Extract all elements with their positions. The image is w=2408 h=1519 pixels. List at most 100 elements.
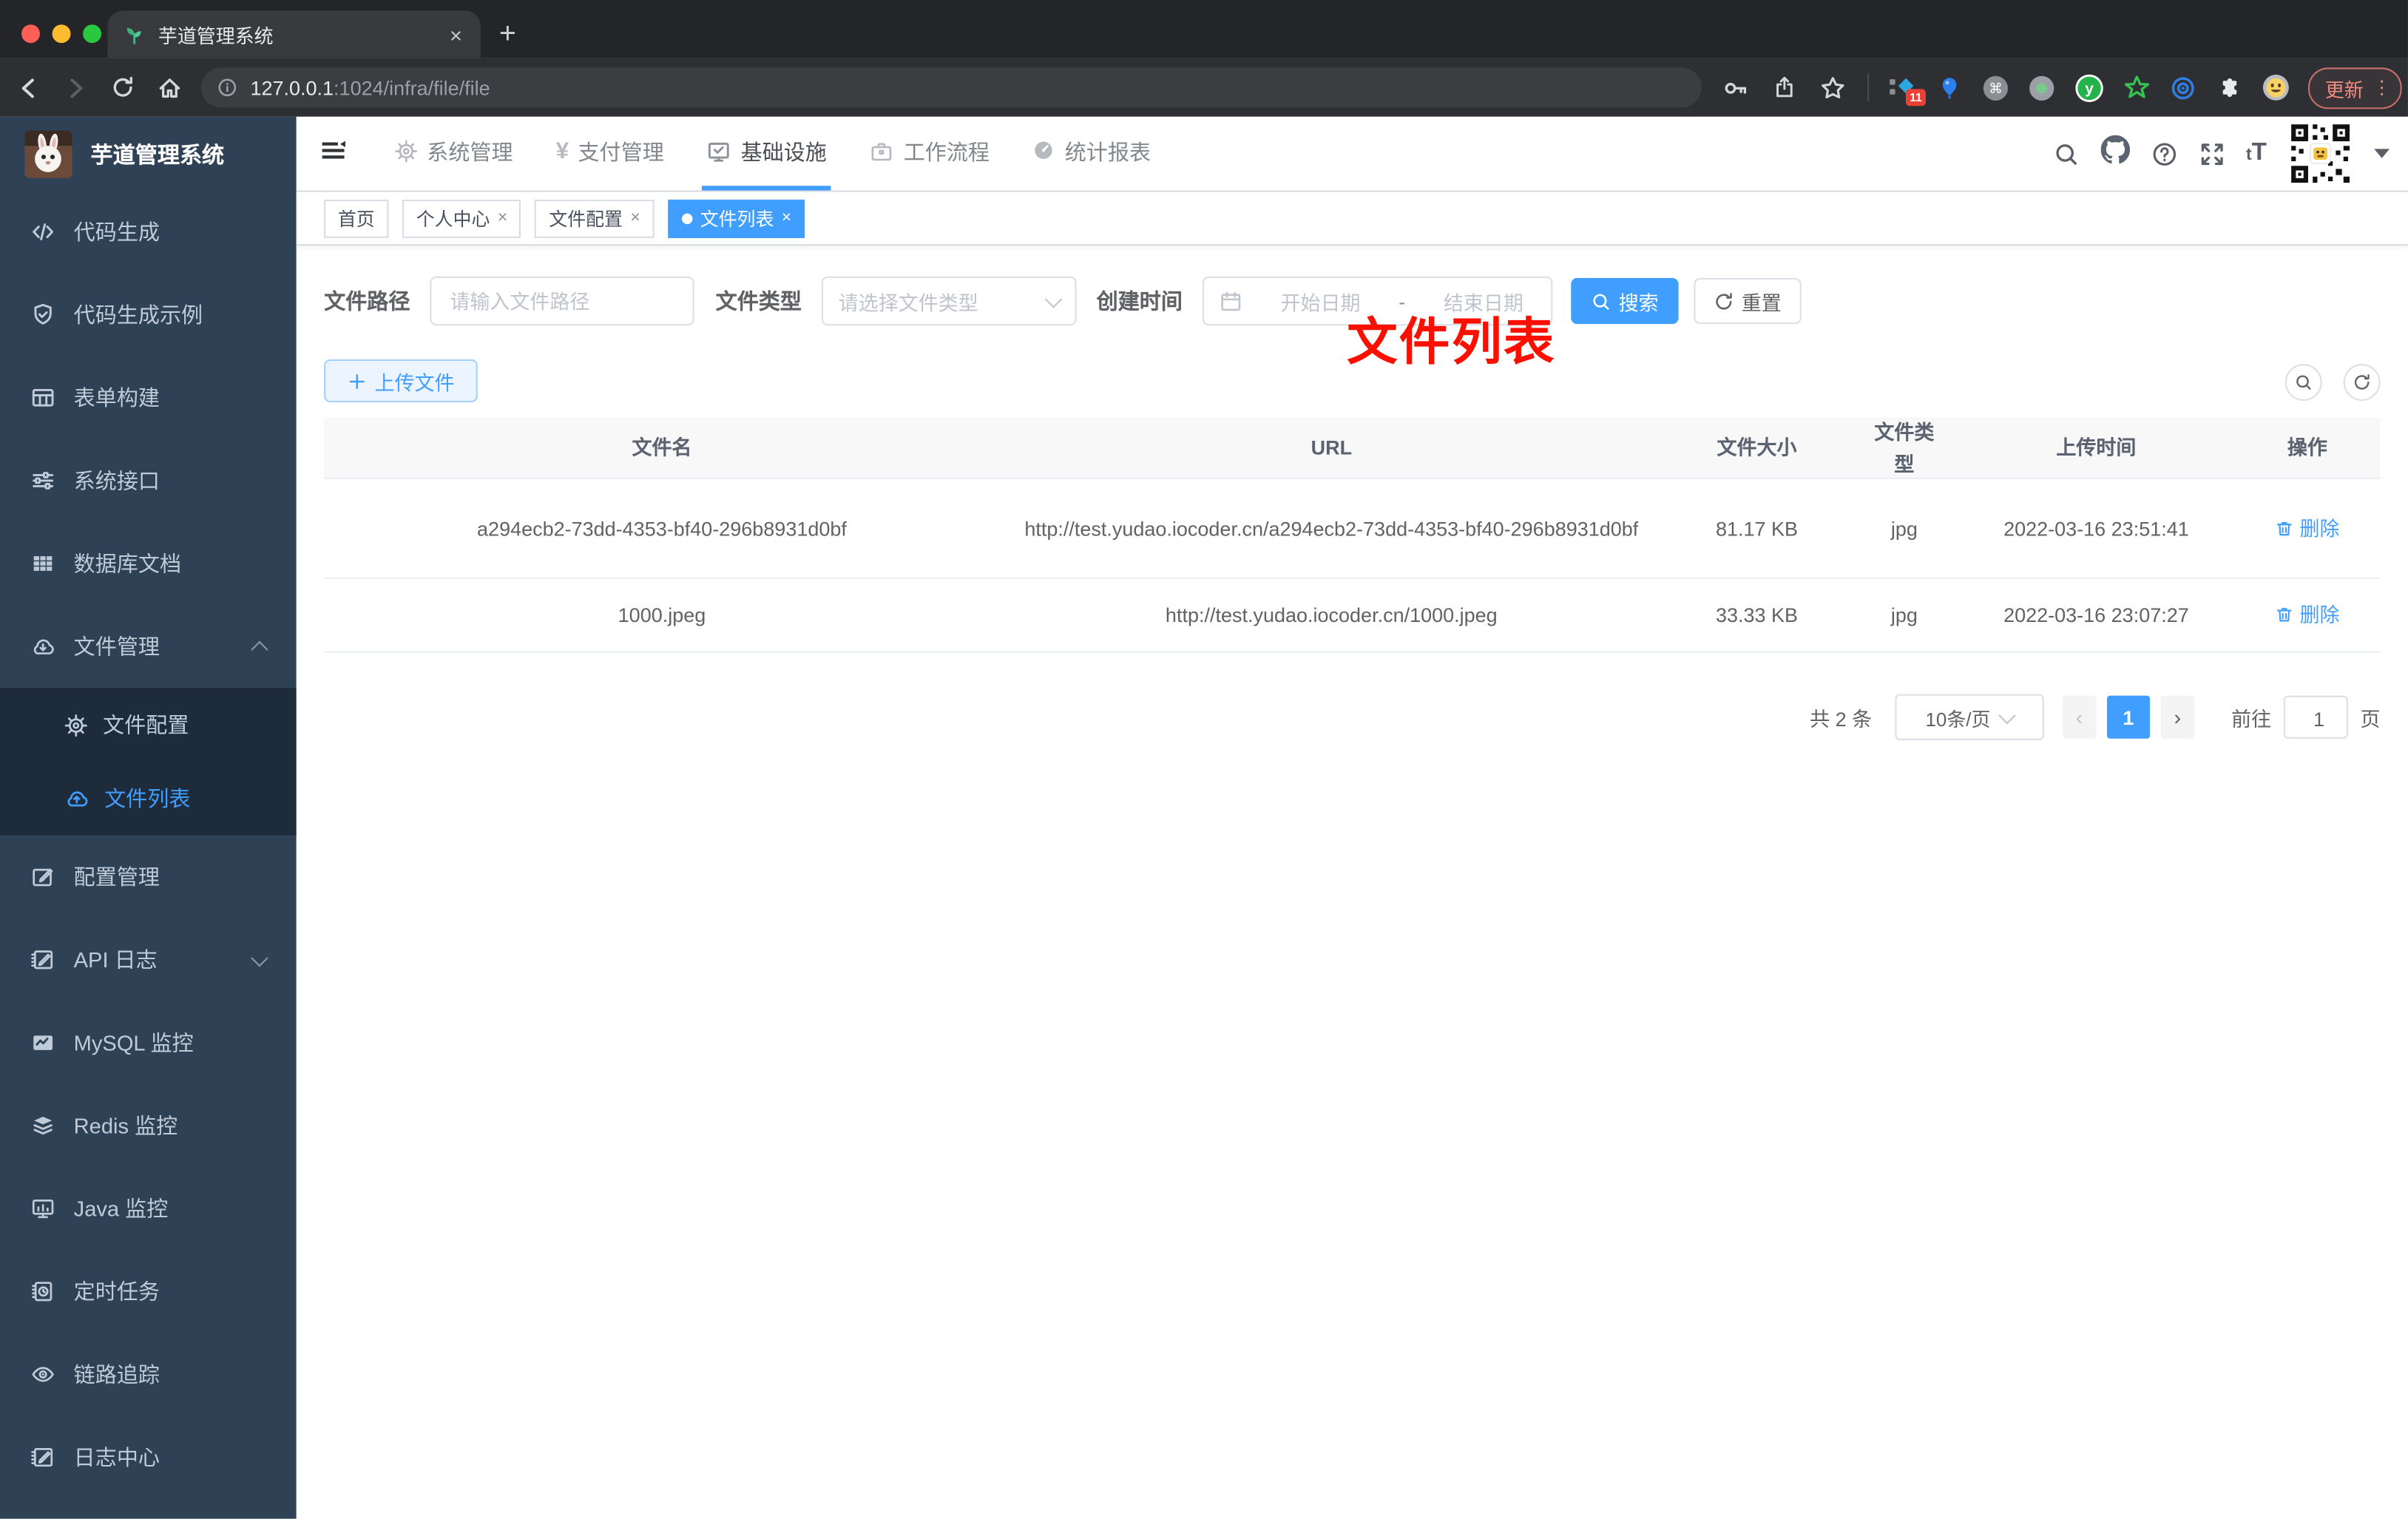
- chevron-down-icon: [251, 948, 268, 967]
- extension-emoji-icon[interactable]: [2262, 74, 2290, 101]
- topmenu-workflow[interactable]: 工作流程: [865, 117, 994, 191]
- prev-page-button[interactable]: ‹: [2062, 695, 2097, 739]
- sidebar-item-system-api[interactable]: 系统接口: [0, 439, 297, 522]
- sidebar-item-tracing[interactable]: 链路追踪: [0, 1333, 297, 1415]
- page-content: 文件路径 文件类型 请选择文件类型 创建时间 开始日期 - 结束日期: [297, 246, 2408, 1518]
- back-button[interactable]: [16, 75, 41, 101]
- sidebar-item-java-monitor[interactable]: Java 监控: [0, 1167, 297, 1250]
- search-icon[interactable]: [2052, 141, 2078, 166]
- extension-y-icon[interactable]: y: [2074, 73, 2103, 102]
- sidebar-item-scheduled-jobs[interactable]: 定时任务: [0, 1250, 297, 1333]
- sidebar-item-file-manage[interactable]: 文件管理: [0, 605, 297, 688]
- topmenu-payment[interactable]: ¥ 支付管理: [551, 117, 669, 191]
- navbar-right: tT: [2052, 117, 2390, 191]
- sidebar-subitem-file-list[interactable]: 文件列表: [0, 762, 297, 836]
- file-path-input[interactable]: [447, 288, 677, 314]
- cell-upload-time: 2022-03-16 23:07:27: [2003, 603, 2189, 627]
- sidebar-item-config-manage[interactable]: 配置管理: [0, 836, 297, 918]
- minimize-window-button[interactable]: [52, 24, 71, 44]
- extension-star-icon[interactable]: [2124, 75, 2150, 101]
- yen-icon: ¥: [555, 138, 569, 165]
- avatar-caret-down-icon[interactable]: [2374, 149, 2390, 158]
- browser-update-button[interactable]: 更新 ⋮: [2307, 67, 2402, 109]
- extension-eye-icon[interactable]: [2170, 75, 2196, 101]
- page-size-select[interactable]: 10条/页: [1895, 694, 2044, 740]
- sidebar-item-api-log[interactable]: API 日志: [0, 918, 297, 1001]
- browser-menu-icon[interactable]: ⋮: [2373, 77, 2391, 98]
- reload-button[interactable]: [111, 75, 135, 100]
- help-icon[interactable]: [2151, 141, 2177, 166]
- extension-dot-circle-icon[interactable]: [2029, 75, 2054, 101]
- goto-page-input[interactable]: [2284, 697, 2353, 740]
- maximize-window-button[interactable]: [83, 24, 102, 44]
- date-end-placeholder[interactable]: 结束日期: [1444, 286, 1523, 315]
- delete-button[interactable]: 删除: [2275, 599, 2340, 632]
- new-tab-button[interactable]: +: [499, 20, 516, 49]
- upload-file-button[interactable]: 上传文件: [324, 359, 478, 403]
- refresh-icon: [1714, 291, 1734, 311]
- github-icon[interactable]: [2100, 135, 2129, 172]
- close-window-button[interactable]: [21, 24, 40, 44]
- topmenu-system[interactable]: 系统管理: [390, 117, 517, 191]
- close-icon[interactable]: ×: [630, 209, 640, 227]
- tag-profile[interactable]: 个人中心 ×: [402, 198, 521, 237]
- file-type-select[interactable]: 请选择文件类型: [821, 276, 1077, 326]
- sidebar-item-log-center[interactable]: 日志中心: [0, 1416, 297, 1499]
- share-icon[interactable]: [1772, 75, 1796, 100]
- delete-button[interactable]: 删除: [2275, 512, 2340, 545]
- table-toolbar: 上传文件: [324, 359, 2381, 403]
- page-unit-label: 页: [2360, 707, 2381, 731]
- table-header-row: 文件名 URL 文件大小 文件类型 上传时间 操作: [324, 417, 2381, 479]
- file-type-label: 文件类型: [715, 288, 802, 314]
- toolbar-actions: [1723, 75, 1846, 101]
- bookmark-star-icon[interactable]: [1820, 75, 1846, 101]
- address-bar[interactable]: 127.0.0.1:1024/infra/file/file: [201, 67, 1702, 108]
- sidebar-item-db-doc[interactable]: 数据库文档: [0, 522, 297, 605]
- filter-row: 文件路径 文件类型 请选择文件类型 创建时间 开始日期 - 结束日期: [324, 276, 2380, 326]
- password-key-icon[interactable]: [1723, 75, 1749, 101]
- sidebar-subitem-file-config[interactable]: 文件配置: [0, 688, 297, 762]
- gear-icon: [64, 714, 87, 737]
- search-button[interactable]: 搜索: [1571, 277, 1679, 325]
- site-info-icon[interactable]: [217, 77, 238, 98]
- forward-button[interactable]: [63, 75, 89, 101]
- page-number-1[interactable]: 1: [2106, 695, 2151, 739]
- close-icon[interactable]: ×: [498, 209, 507, 227]
- fullscreen-icon[interactable]: [2199, 141, 2225, 166]
- topmenu-reports[interactable]: 统计报表: [1028, 117, 1155, 191]
- home-button[interactable]: [157, 75, 183, 101]
- layers-icon: [31, 1113, 55, 1137]
- tag-file-list[interactable]: 文件列表 ×: [668, 198, 805, 237]
- date-start-placeholder[interactable]: 开始日期: [1281, 286, 1361, 315]
- tag-file-config[interactable]: 文件配置 ×: [535, 198, 655, 237]
- topmenu-infrastructure[interactable]: 基础设施: [702, 117, 832, 191]
- sidebar-item-code-demo[interactable]: 代码生成示例: [0, 274, 297, 356]
- next-page-button[interactable]: ›: [2160, 695, 2195, 739]
- table-grid-icon: [31, 385, 55, 410]
- sidebar-item-redis-monitor[interactable]: Redis 监控: [0, 1084, 297, 1167]
- sidebar-item-code-gen[interactable]: 代码生成: [0, 190, 297, 273]
- sidebar-item-mysql-monitor[interactable]: MySQL 监控: [0, 1001, 297, 1084]
- svg-text:y: y: [2085, 80, 2094, 97]
- tab-close-icon[interactable]: ×: [447, 22, 465, 47]
- sidebar-logo[interactable]: 芋道管理系统: [0, 117, 297, 191]
- extension-balloon-icon[interactable]: [1936, 75, 1962, 101]
- tag-home[interactable]: 首页: [324, 198, 389, 237]
- extension-diamond-icon[interactable]: 11: [1889, 75, 1926, 106]
- sliders-icon: [31, 468, 55, 493]
- date-range-picker[interactable]: 开始日期 - 结束日期: [1202, 276, 1553, 326]
- sidebar-collapse-icon[interactable]: [319, 136, 347, 172]
- avatar-qr-image[interactable]: [2288, 121, 2353, 186]
- goto-page-field[interactable]: [2283, 695, 2353, 740]
- close-icon[interactable]: ×: [782, 209, 791, 227]
- sidebar-item-form-builder[interactable]: 表单构建: [0, 356, 297, 439]
- reset-button[interactable]: 重置: [1694, 277, 1802, 325]
- refresh-table-button[interactable]: [2343, 364, 2381, 401]
- sidebar: 芋道管理系统 代码生成 代码生成示例 表单构建 系统接口 数据库文档 文件管理 …: [0, 116, 297, 1519]
- extension-command-icon[interactable]: ⌘: [1983, 75, 2009, 101]
- browser-tab[interactable]: 芋道管理系统 ×: [107, 10, 481, 58]
- font-size-icon[interactable]: tT: [2246, 140, 2267, 167]
- extension-puzzle-icon[interactable]: [2216, 75, 2242, 101]
- show-search-button[interactable]: [2284, 364, 2322, 401]
- file-path-field[interactable]: [430, 276, 694, 326]
